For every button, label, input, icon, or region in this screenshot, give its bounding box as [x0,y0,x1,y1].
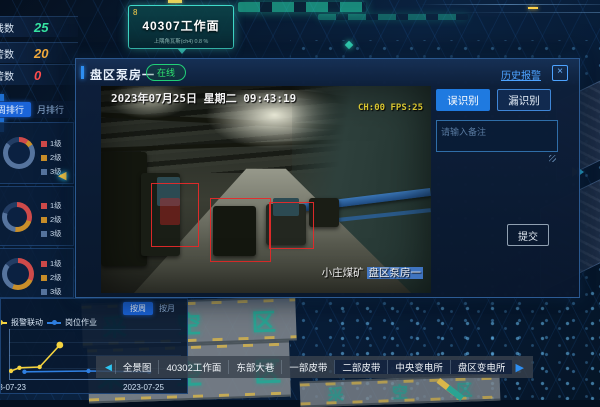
map-streak-2 [450,12,600,13]
collapse-arrow-icon[interactable]: ◀ [58,169,66,182]
stat-row-online: 在线数 25 [0,16,78,37]
map-marker-dash-2 [528,7,538,9]
note-input[interactable] [436,120,558,152]
nav-tab-belt-2[interactable]: 二部皮带 [334,360,387,374]
donut-legend: 1级 2级 3级 [41,258,62,300]
level1-swatch [41,141,47,147]
stat-value: 0 [34,68,41,83]
legend-label: 3级 [50,286,62,297]
level2-swatch [41,275,47,281]
stat-value: 20 [34,46,48,61]
false-positive-button[interactable]: 误识别 [436,89,490,111]
camera-nav-bar: ◀ 全景图 40302工作面 东部大巷 一部皮带 二部皮带 中央变电所 盘区变电… [96,356,533,378]
nav-tab-panel-substation[interactable]: 盘区变电所 [450,360,513,374]
level1-swatch [41,203,47,209]
tab-month-rank[interactable]: 月排行 [31,102,70,117]
stat-row-alarm: 报警数 0 [0,64,78,85]
rank-tabs: 周排行 月排行 [0,101,86,118]
mine-name: 小庄煤矿 [322,267,364,279]
video-osd-datetime: 2023年07月25日 星期二 09:43:19 [111,90,296,106]
tab-by-month[interactable]: 按月 [153,302,181,315]
alarm-level-donut-panel-3: 1级 2级 3级 [0,248,74,298]
mine-tunnel-glow [238,2,366,12]
series1-marker [0,322,7,324]
online-status-badge: 在线 [146,64,186,81]
alarm-level-donut-panel-2: 1级 2级 3级 [0,186,74,246]
series2-marker [47,322,61,324]
nav-tab-central-substation[interactable]: 中央变电所 [387,360,450,374]
submit-button[interactable]: 提交 [507,224,549,246]
donut-hole [8,142,30,164]
close-icon[interactable]: × [552,65,568,81]
tab-by-week[interactable]: 按周 [123,302,153,315]
legend-label: 2级 [50,214,62,225]
goaf-label: 采 空 区 [305,376,495,407]
stat-value: 25 [34,20,48,35]
legend-label: 1级 [50,258,62,269]
legend-label: 3级 [50,228,62,239]
video-watermark: 小庄煤矿 盘区泵房一 [322,265,423,280]
tooltip-pointer [177,48,187,54]
resize-handle-icon[interactable] [549,155,556,162]
camera-name-highlight: 盘区泵房一 [367,267,424,279]
tab-week-rank[interactable]: 周排行 [0,102,31,117]
legend-label: 1级 [50,138,62,149]
title-accent-bar [81,66,84,79]
nav-tab-panorama[interactable]: 全景图 [115,360,159,374]
modal-header: 盘区泵房一 在线 历史报警 × [76,59,579,86]
level1-swatch [41,261,47,267]
legend-label: 2级 [50,272,62,283]
nav-tab-workface-40302[interactable]: 40302工作面 [158,360,228,374]
nav-tab-east-roadway[interactable]: 东部大巷 [228,360,281,374]
x-tick-label: 2023-07-23 [0,383,26,392]
tooltip-subtitle: 上隅角瓦斯(ch4) 0.8 % [134,36,228,44]
stat-label: 报警数 [0,68,14,83]
donut-legend: 1级 2级 3级 [41,200,62,242]
nav-tab-belt-1[interactable]: 一部皮带 [281,360,334,374]
alarm-feedback-panel: 误识别 漏识别 [436,89,564,157]
tooltip-title: 40307工作面 [129,17,233,34]
camera-modal: 盘区泵房一 在线 历史报警 × 2023年07月25日 星期二 09:43:19… [75,58,580,298]
legend-label: 1级 [50,200,62,211]
level2-swatch [41,217,47,223]
stat-row-warning: 预警数 20 [0,42,78,63]
level3-swatch [41,169,47,175]
stat-label: 在线数 [0,20,14,35]
tooltip-badge: 8 [133,8,137,17]
camera-video-feed: 2023年07月25日 星期二 09:43:19 CH:00 FPS:25 小庄… [101,86,431,293]
level3-swatch [41,289,47,295]
missed-detection-button[interactable]: 漏识别 [497,89,551,111]
mine-tunnel-glow-2 [318,14,468,20]
history-alarm-link[interactable]: 历史报警 [501,67,541,82]
x-tick-label: 2023-07-25 [123,383,164,392]
donut-hole [7,263,29,285]
nav-prev-icon[interactable]: ◀ [102,362,115,373]
legend-label: 2级 [50,152,62,163]
workface-map-marker-tooltip[interactable]: 8 40307工作面 上隅角瓦斯(ch4) 0.8 % [128,5,234,49]
video-vignette [101,86,431,293]
trend-line-panel: 按周 按月 报警联动 岗位作业 2023-07-23 2023-07-25 [0,298,188,394]
nav-next-icon[interactable]: ▶ [512,361,526,374]
map-marker-dash [168,0,182,3]
video-osd-channel: CH:00 FPS:25 [358,103,423,113]
map-streak [420,4,600,5]
level3-swatch [41,231,47,237]
stat-label: 预警数 [0,46,14,61]
level2-swatch [41,155,47,161]
donut-hole [7,207,27,227]
